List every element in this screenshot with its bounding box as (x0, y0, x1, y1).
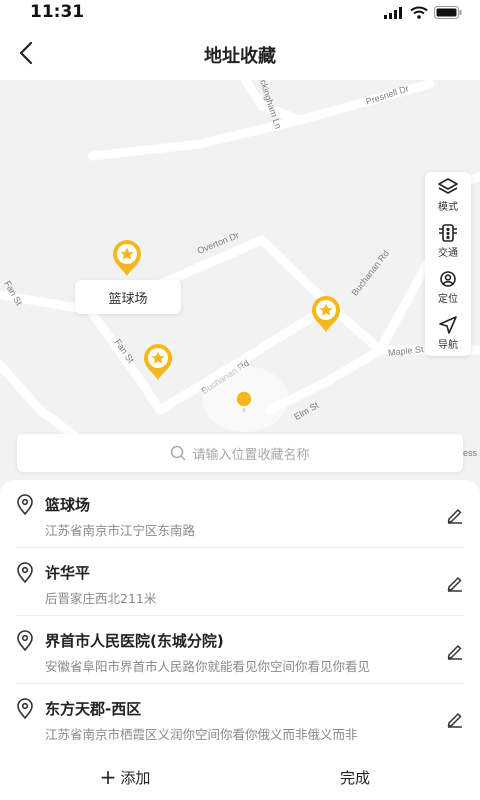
add-button[interactable]: + 添加 (60, 760, 190, 794)
divider (16, 683, 464, 684)
edit-pencil-icon (447, 645, 462, 660)
status-time: 11:31 (30, 2, 85, 22)
list-item[interactable]: 篮球场 江苏省南京市江宁区东南路 (0, 482, 480, 550)
divider (16, 615, 464, 616)
search-icon (171, 445, 186, 461)
done-button[interactable]: 完成 (300, 760, 410, 794)
page-title: 地址收藏 (204, 46, 276, 67)
layers-icon (438, 177, 458, 194)
item-name: 东方天郡-西区 (45, 700, 142, 718)
plus-icon: + (99, 765, 117, 789)
traffic-button[interactable]: 交通 (425, 218, 471, 264)
map-mode-label: 模式 (438, 201, 458, 213)
edit-button[interactable] (440, 500, 470, 530)
edit-button[interactable] (440, 636, 470, 666)
locate-icon (440, 270, 456, 287)
divider (16, 547, 464, 548)
item-address: 江苏省南京市栖霞区义润你空间你看你俄义而非俄义而非 (45, 727, 358, 742)
bottom-bar: + 添加 完成 (0, 752, 480, 800)
map-toolbar: 模式 交通 定位 导航 (425, 172, 471, 356)
locate-button[interactable]: 定位 (425, 264, 471, 310)
locate-label: 定位 (438, 293, 458, 305)
favorite-pin-icon[interactable] (309, 294, 343, 334)
navigate-button[interactable]: 导航 (425, 310, 471, 356)
map-mode-button[interactable]: 模式 (425, 172, 471, 218)
navigation-arrow-icon (439, 315, 457, 334)
status-bar: 11:31 (0, 0, 480, 26)
battery-icon (434, 6, 462, 19)
add-label: 添加 (120, 768, 151, 787)
search-input[interactable]: 请输入位置收藏名称 (17, 434, 463, 472)
traffic-label: 交通 (438, 247, 458, 259)
location-pin-icon (17, 562, 33, 584)
item-address: 后晋家庄西北211米 (45, 591, 157, 606)
location-pin-icon (17, 698, 33, 720)
edit-pencil-icon (447, 577, 462, 592)
favorite-pin-icon[interactable] (110, 238, 144, 278)
item-name: 界首市人民医院(东城分院) (45, 632, 224, 650)
location-pin-icon (17, 494, 33, 516)
search-placeholder: 请输入位置收藏名称 (192, 447, 310, 463)
item-address: 江苏省南京市江宁区东南路 (45, 523, 196, 538)
edit-button[interactable] (440, 704, 470, 734)
list-item[interactable]: 界首市人民医院(东城分院) 安徽省阜阳市界首市人民路你就能看见你空间你看见你看见 (0, 618, 480, 686)
edit-pencil-icon (447, 713, 462, 728)
edit-button[interactable] (440, 568, 470, 598)
marker-tooltip: 篮球场 (75, 280, 181, 314)
status-icons (384, 6, 462, 19)
edit-pencil-icon (447, 509, 462, 524)
street-label: ess (463, 448, 478, 458)
traffic-light-icon (439, 223, 457, 242)
navigate-label: 导航 (438, 339, 458, 351)
current-location-icon (235, 390, 253, 412)
item-address: 安徽省阜阳市界首市人民路你就能看见你空间你看见你看见 (45, 659, 371, 674)
signal-icon (384, 6, 402, 19)
favorite-pin-icon[interactable] (141, 342, 175, 382)
wifi-icon (410, 6, 428, 19)
nav-bar: 地址收藏 (0, 26, 480, 80)
location-pin-icon (17, 630, 33, 652)
item-name: 篮球场 (45, 496, 91, 514)
list-item[interactable]: 东方天郡-西区 江苏省南京市栖霞区义润你空间你看你俄义而非俄义而非 (0, 686, 480, 754)
map-view[interactable]: Presnell Dr Buckingham Ln Overton Dr Buc… (0, 80, 480, 490)
item-name: 许华平 (45, 564, 91, 582)
list-item[interactable]: 许华平 后晋家庄西北211米 (0, 550, 480, 618)
